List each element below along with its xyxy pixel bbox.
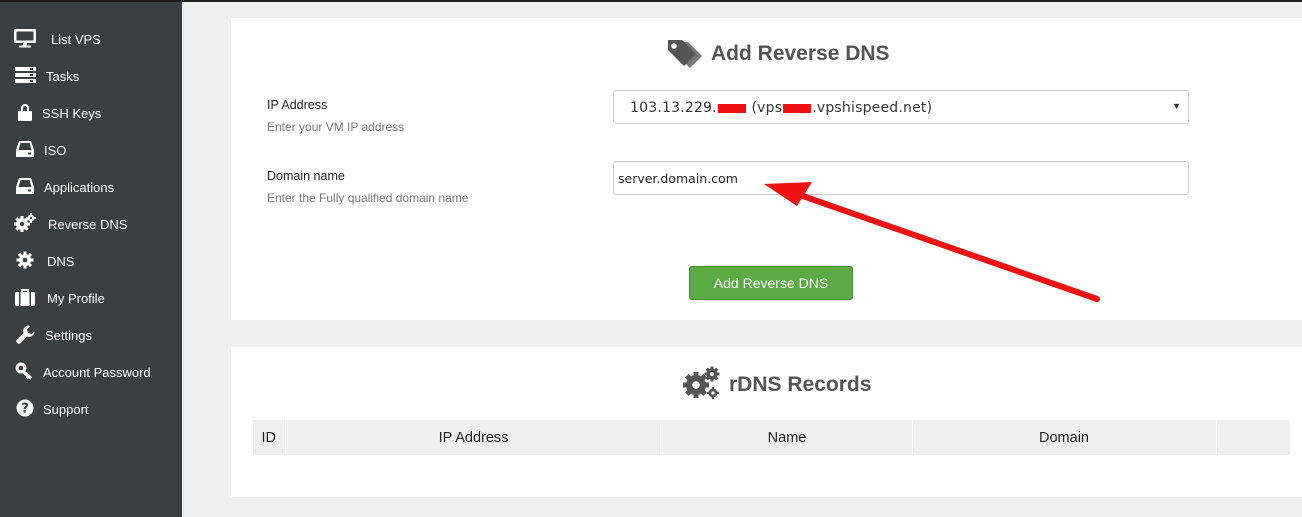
question-circle-icon: ? [14, 398, 36, 418]
cogs-icon [14, 213, 36, 233]
ip-address-selected-value: 103.13.229. (vps .vpshispeed.net) [630, 100, 933, 116]
ip-address-select[interactable]: 103.13.229. (vps .vpshispeed.net) ▼ [613, 90, 1189, 124]
add-reverse-dns-panel: Add Reverse DNS IP Address Enter your VM… [231, 18, 1302, 320]
rdns-records-table: ID IP Address Name Domain [253, 420, 1290, 455]
sidebar-item-reverse-dns[interactable]: Reverse DNS [0, 209, 182, 239]
sidebar-item-label: List VPS [51, 32, 101, 47]
tasks-icon [14, 65, 36, 85]
key-icon [14, 361, 36, 381]
cogs-icon [683, 366, 721, 405]
cog-icon [14, 250, 36, 270]
domain-name-input[interactable] [613, 161, 1189, 195]
rdns-records-panel: rDNS Records ID IP Address Name Domain [231, 347, 1302, 497]
sidebar-item-applications[interactable]: Applications [0, 172, 182, 202]
sidebar-item-settings[interactable]: Settings [0, 320, 182, 350]
records-title: rDNS Records [729, 373, 872, 396]
lock-icon [14, 102, 36, 122]
sidebar-item-ssh-keys[interactable]: SSH Keys [0, 98, 182, 128]
sidebar-item-label: Reverse DNS [48, 217, 128, 232]
domain-name-help: Enter the Fully qualified domain name [267, 191, 469, 205]
disk-icon [14, 139, 36, 159]
wrench-icon [14, 324, 36, 344]
column-header-actions [1216, 420, 1290, 455]
sidebar-item-my-profile[interactable]: My Profile [0, 283, 182, 313]
redaction-mark [783, 103, 812, 113]
caret-down-icon: ▼ [1172, 101, 1181, 111]
sidebar-item-label: SSH Keys [42, 106, 102, 121]
sidebar-item-label: Support [43, 402, 89, 417]
sidebar: List VPS Tasks SSH Keys ISO Applications… [0, 2, 182, 517]
sidebar-item-label: My Profile [47, 291, 105, 306]
sidebar-item-label: Account Password [43, 365, 151, 380]
redaction-mark [717, 103, 746, 113]
sidebar-item-list-vps[interactable]: List VPS [0, 24, 182, 54]
ip-address-help: Enter your VM IP address [267, 120, 405, 134]
column-header-name[interactable]: Name [662, 420, 913, 455]
sidebar-item-label: Applications [44, 180, 115, 195]
sidebar-item-iso[interactable]: ISO [0, 135, 182, 165]
sidebar-item-label: ISO [44, 143, 67, 158]
briefcase-icon [14, 287, 36, 307]
sidebar-item-dns[interactable]: DNS [0, 246, 182, 276]
domain-name-label: Domain name [267, 169, 345, 183]
add-reverse-dns-button[interactable]: Add Reverse DNS [689, 266, 853, 300]
top-border [0, 0, 1302, 2]
column-header-ip-address[interactable]: IP Address [285, 420, 663, 455]
sidebar-item-label: Tasks [46, 69, 80, 84]
disk-icon [14, 176, 36, 196]
sidebar-item-label: DNS [47, 254, 75, 269]
monitor-icon [14, 28, 36, 48]
tags-icon [666, 38, 704, 75]
ip-address-label: IP Address [267, 98, 328, 112]
sidebar-item-support[interactable]: ? Support [0, 394, 182, 424]
sidebar-item-tasks[interactable]: Tasks [0, 61, 182, 91]
sidebar-item-label: Settings [45, 328, 92, 343]
column-header-id[interactable]: ID [253, 420, 286, 455]
svg-text:?: ? [21, 402, 29, 417]
table-header-row: ID IP Address Name Domain [253, 420, 1290, 455]
sidebar-item-account-password[interactable]: Account Password [0, 357, 182, 387]
column-header-domain[interactable]: Domain [912, 420, 1217, 455]
page-title: Add Reverse DNS [711, 42, 890, 65]
